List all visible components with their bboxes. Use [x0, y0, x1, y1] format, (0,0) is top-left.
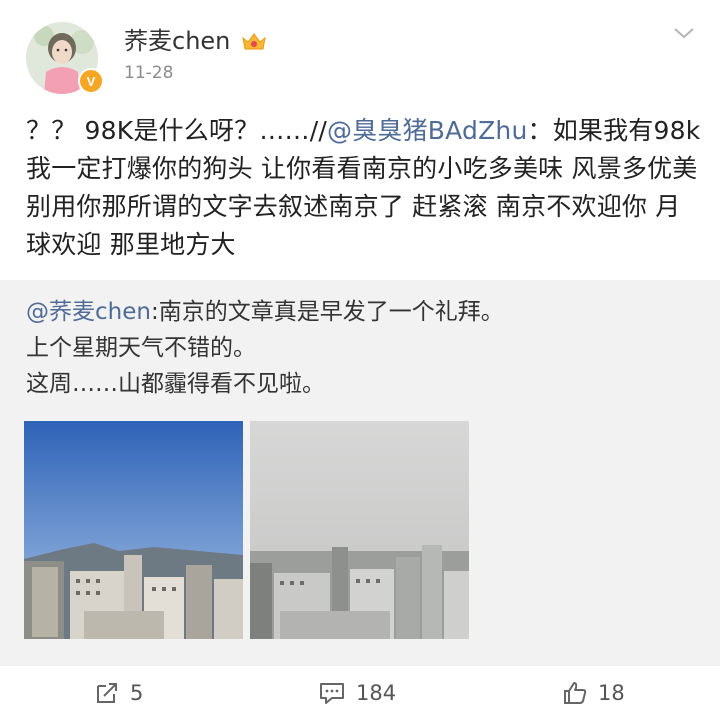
photo-smoggy-sky[interactable]	[250, 421, 469, 639]
photo-clear-sky[interactable]	[24, 421, 243, 639]
repost-count: 5	[130, 681, 144, 705]
weibo-post: V 荞麦chen 11-28 ？？ 98K是什么呀？……//@臭臭猪BAdZhu…	[0, 0, 720, 720]
repost-button[interactable]: 5	[94, 678, 143, 708]
repost-text: @荞麦chen:南京的文章真是早发了一个礼拜。 上个星期天气不错的。 这周……山…	[26, 294, 696, 402]
like-button[interactable]: 18	[562, 678, 625, 708]
chevron-down-icon[interactable]	[672, 24, 696, 42]
repost-line-2: 上个星期天气不错的。	[26, 335, 256, 361]
repost-line-1: @荞麦chen:南京的文章真是早发了一个礼拜。	[26, 294, 696, 330]
mention-link[interactable]: @臭臭猪BAdZhu	[327, 116, 528, 145]
crown-badge-icon[interactable]	[240, 30, 268, 52]
thumbs-up-icon	[564, 682, 587, 704]
repost-card[interactable]: @荞麦chen:南京的文章真是早发了一个礼拜。 上个星期天气不错的。 这周……山…	[0, 280, 720, 666]
post-time: 11-28	[124, 63, 174, 83]
like-count: 18	[598, 681, 625, 705]
repost-mention-link[interactable]: @荞麦chen	[26, 299, 151, 325]
verified-v-icon: V	[78, 68, 104, 94]
repost-line-3: 这周……山都霾得看不见啦。	[26, 371, 325, 397]
post-text-prefix: ？？ 98K是什么呀？……//	[26, 116, 327, 145]
repost-line-1-text: :南京的文章真是早发了一个礼拜。	[150, 299, 504, 325]
comment-count: 184	[356, 681, 397, 705]
share-icon	[97, 683, 117, 703]
post-text: ？？ 98K是什么呀？……//@臭臭猪BAdZhu：如果我有98k我一定打爆你的…	[26, 112, 702, 264]
comment-button[interactable]: 184	[318, 678, 396, 708]
comment-icon	[320, 683, 344, 704]
author-name[interactable]: 荞麦chen	[124, 26, 230, 56]
post-header: V 荞麦chen 11-28	[0, 0, 720, 110]
post-actions: 5 184 18	[0, 666, 720, 720]
